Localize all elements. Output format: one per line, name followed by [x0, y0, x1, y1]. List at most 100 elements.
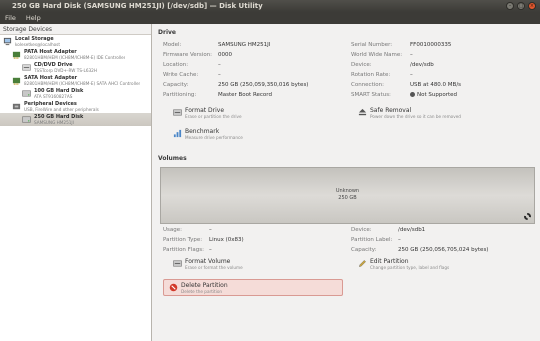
format-drive-icon — [173, 109, 182, 116]
maximize-icon[interactable]: □ — [517, 2, 525, 10]
format-volume-button[interactable]: Format Volume Erase or format the volume — [173, 259, 243, 270]
volume-partition-label-key: Partition Label: — [351, 237, 393, 243]
hard-disk-icon — [22, 90, 31, 97]
drive-location-row: Location: – — [163, 62, 221, 68]
minimize-icon[interactable]: – — [506, 2, 514, 10]
drive-write-cache-row: Write Cache: – — [163, 72, 221, 78]
details-pane: Drive Model: SAMSUNG HM251JI Firmware Ver… — [153, 24, 540, 341]
drive-write-cache-value: – — [218, 72, 221, 78]
format-drive-desc: Erase or partition the drive — [185, 114, 242, 119]
drive-serial-row: Serial Number: FF0010000335 — [351, 42, 451, 48]
volume-usage-value: – — [209, 227, 212, 233]
drive-smart-value: Not Supported — [417, 92, 458, 98]
format-volume-icon — [173, 260, 182, 267]
drive-wwn-value: – — [410, 52, 413, 58]
drive-model-key: Model: — [163, 42, 182, 48]
tree-item-name: Local Storage — [15, 35, 54, 42]
volume-capacity-key: Capacity: — [351, 247, 377, 253]
volume-capacity-row: Capacity: 250 GB (250,056,705,024 bytes) — [351, 247, 488, 253]
tree-item-cd-dvd-drive[interactable]: CD/DVD Drive TSSTcorp DVD+-RW TS-L632H — [0, 61, 151, 74]
drive-smart-row: SMART Status: Not Supported — [351, 92, 457, 98]
drive-write-cache-key: Write Cache: — [163, 72, 199, 78]
window-title: 250 GB Hard Disk (SAMSUNG HM251JI) [/dev… — [12, 2, 263, 10]
benchmark-icon — [173, 129, 182, 138]
volume-partition-type-value: Linux (0x83) — [209, 237, 244, 243]
volume-partition-type-key: Partition Type: — [163, 237, 203, 243]
volume-device-key: Device: — [351, 227, 372, 233]
title-bar: 250 GB Hard Disk (SAMSUNG HM251JI) [/dev… — [0, 0, 540, 12]
volume-label: Unknown — [335, 188, 360, 194]
device-tree: Local Storage kolesetkes@localhost PATA H… — [0, 35, 151, 341]
drive-device-key: Device: — [351, 62, 372, 68]
volume-map[interactable]: Unknown 250 GB — [160, 167, 535, 224]
volume-usage-row: Usage: – — [163, 227, 212, 233]
tree-item-name: 100 GB Hard Disk — [34, 87, 84, 94]
adapter-icon — [12, 51, 21, 59]
drive-firmware-row: Firmware Version: 0000 — [163, 52, 232, 58]
volume-size: 250 GB — [338, 195, 357, 201]
tree-item-sata-adapter[interactable]: SATA Host Adapter 82801HBM/HEM (ICH8M/ICH… — [0, 74, 151, 87]
drive-section-title: Drive — [158, 29, 176, 36]
benchmark-desc: Measure drive performance — [185, 135, 243, 140]
tree-item-sub: ATA ST9160827AS — [34, 93, 73, 99]
volume-partition-flags-value: – — [209, 247, 212, 253]
volumes-section-title: Volumes — [158, 155, 187, 162]
drive-device-row: Device: /dev/sdb — [351, 62, 434, 68]
benchmark-button[interactable]: Benchmark Measure drive performance — [173, 129, 243, 140]
menu-help[interactable]: Help — [26, 14, 41, 22]
drive-partitioning-row: Partitioning: Master Boot Record — [163, 92, 272, 98]
safe-removal-button[interactable]: Safe Removal Power down the drive so it c… — [358, 108, 461, 119]
edit-partition-button[interactable]: Edit Partition Change partition type, lab… — [358, 259, 449, 270]
drive-capacity-row: Capacity: 250 GB (250,059,350,016 bytes) — [163, 82, 308, 88]
drive-rotation-value: – — [410, 72, 413, 78]
tree-item-local-storage[interactable]: Local Storage kolesetkes@localhost — [0, 35, 151, 48]
drive-device-value: /dev/sdb — [410, 62, 434, 68]
drive-connection-key: Connection: — [351, 82, 384, 88]
edit-icon — [359, 260, 366, 267]
drive-connection-row: Connection: USB at 480.0 MB/s — [351, 82, 461, 88]
volume-usage-key: Usage: — [163, 227, 182, 233]
drive-capacity-key: Capacity: — [163, 82, 189, 88]
volume-partition-label-row: Partition Label: – — [351, 237, 401, 243]
volume-partition-label-value: – — [398, 237, 401, 243]
drive-serial-value: FF0010000335 — [410, 42, 452, 48]
spinner-icon — [524, 213, 531, 220]
volume-device-row: Device: /dev/sdb1 — [351, 227, 425, 233]
close-icon[interactable]: × — [528, 2, 536, 10]
drive-partitioning-key: Partitioning: — [163, 92, 197, 98]
sidebar-header: Storage Devices — [0, 24, 151, 35]
tree-item-sub: TSSTcorp DVD+-RW TS-L632H — [34, 67, 97, 73]
eject-icon — [358, 108, 367, 116]
menu-bar: File Help — [0, 12, 540, 24]
tree-item-250gb-disk[interactable]: 250 GB Hard Disk SAMSUNG HM251JI — [0, 113, 151, 126]
drive-location-key: Location: — [163, 62, 189, 68]
drive-rotation-row: Rotation Rate: – — [351, 72, 413, 78]
volume-partition-flags-key: Partition Flags: — [163, 247, 204, 253]
computer-icon — [3, 37, 12, 46]
hard-disk-icon — [22, 116, 31, 123]
volume-partition-type-row: Partition Type: Linux (0x83) — [163, 237, 244, 243]
volume-device-value: /dev/sdb1 — [398, 227, 426, 233]
tree-item-sub: 82801HBM/HEM (ICH8M/ICH8M-E) IDE Control… — [24, 54, 126, 60]
delete-partition-button[interactable]: Delete Partition Delete the partition — [163, 279, 343, 296]
tree-item-sub: kolesetkes@localhost — [15, 41, 60, 47]
drive-partitioning-value: Master Boot Record — [218, 92, 272, 98]
format-volume-desc: Erase or format the volume — [185, 265, 243, 270]
info-icon — [410, 92, 415, 97]
menu-file[interactable]: File — [5, 14, 16, 22]
drive-model-value: SAMSUNG HM251JI — [218, 42, 271, 48]
tree-item-name: 250 GB Hard Disk — [34, 113, 84, 120]
main-area: Storage Devices Local Storage kolesetkes@… — [0, 24, 540, 341]
drive-firmware-key: Firmware Version: — [163, 52, 213, 58]
drive-connection-value: USB at 480.0 MB/s — [410, 82, 462, 88]
drive-wwn-key: World Wide Name: — [351, 52, 403, 58]
tree-item-pata-adapter[interactable]: PATA Host Adapter 82801HBM/HEM (ICH8M/ICH… — [0, 48, 151, 61]
tree-item-100gb-disk[interactable]: 100 GB Hard Disk ATA ST9160827AS — [0, 87, 151, 100]
drive-wwn-row: World Wide Name: – — [351, 52, 413, 58]
tree-item-sub: SAMSUNG HM251JI — [34, 119, 74, 125]
tree-item-peripheral-devices[interactable]: Peripheral Devices USB, FireWire and othe… — [0, 100, 151, 113]
volume-partition-flags-row: Partition Flags: – — [163, 247, 212, 253]
window-controls: – □ × — [506, 2, 536, 10]
delete-icon — [169, 283, 178, 292]
format-drive-button[interactable]: Format Drive Erase or partition the drive — [173, 108, 242, 119]
